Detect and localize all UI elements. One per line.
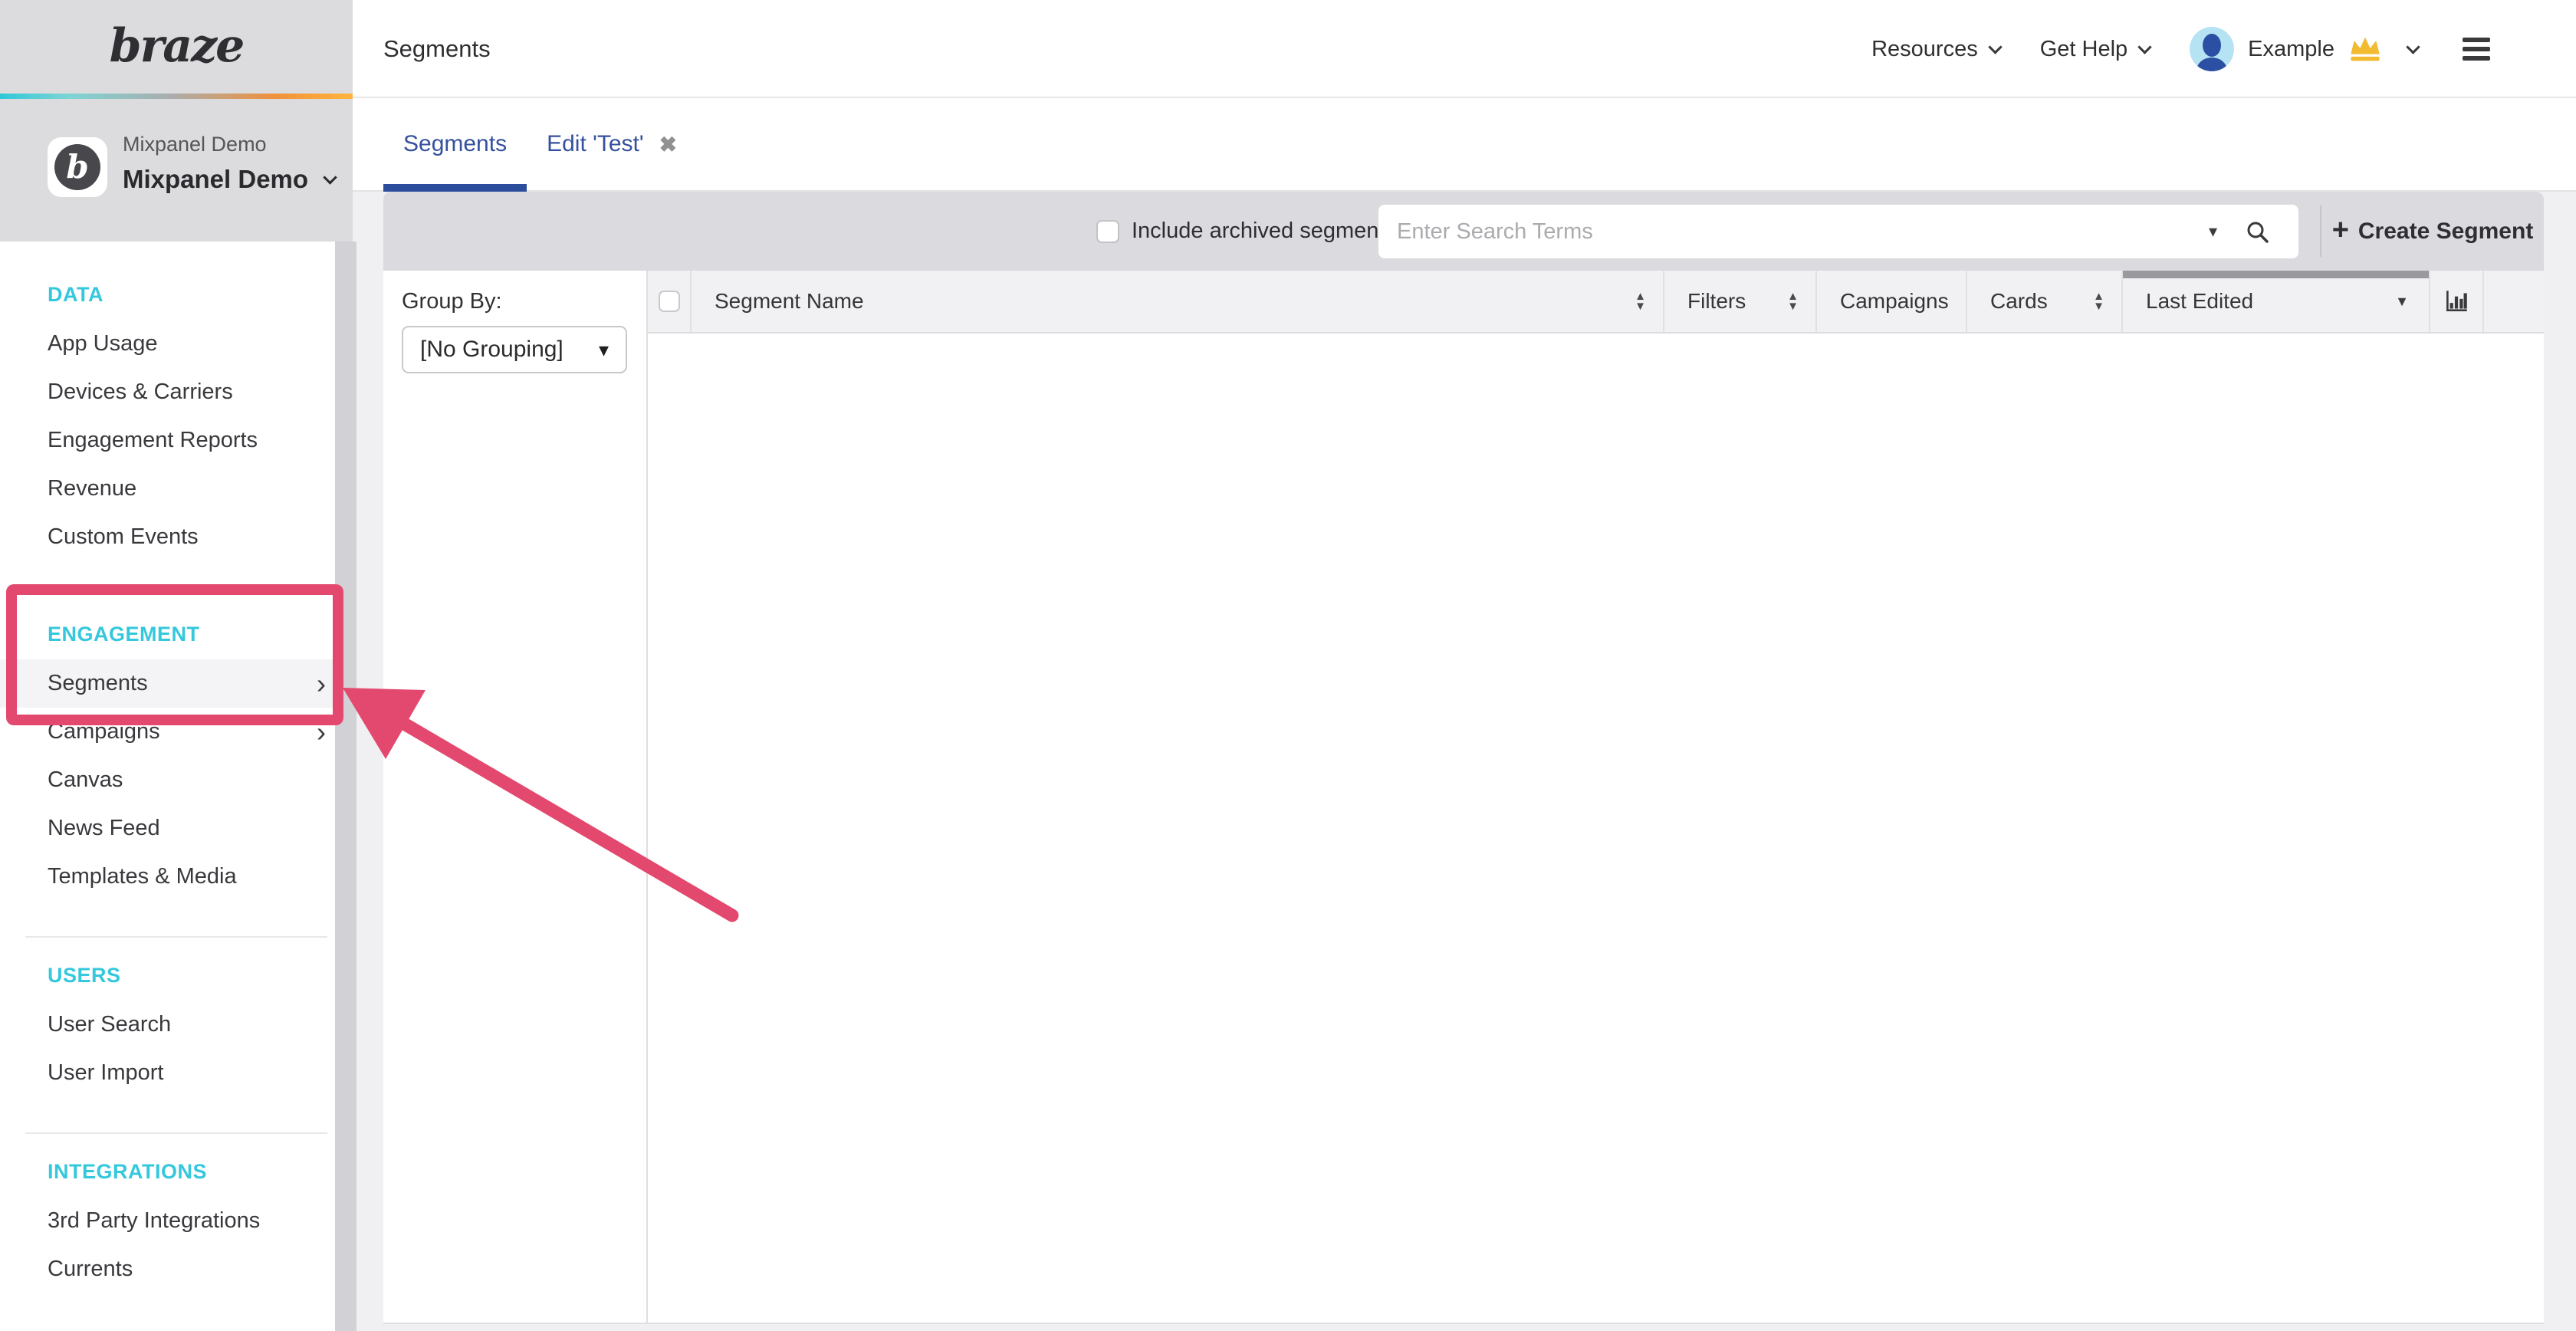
sidebar-item-devices-carriers[interactable]: Devices & Carriers <box>0 368 356 416</box>
column-analytics[interactable] <box>2429 271 2482 332</box>
workspace-label: Mixpanel Demo <box>123 133 267 156</box>
segments-panel: Include archived segments ▾ + Create Seg… <box>383 192 2544 1324</box>
dropdown-caret-icon: ▾ <box>599 338 609 362</box>
sidebar-divider <box>25 936 327 938</box>
column-last-edited[interactable]: Last Edited ▼ <box>2121 271 2429 332</box>
braze-b-icon: b <box>54 144 100 190</box>
chevron-down-icon <box>1988 40 2002 54</box>
table-header: Segment Name ▲▼ Filters ▲▼ Campaigns Car… <box>648 271 2544 334</box>
sidebar-section-data: DATA <box>0 269 356 320</box>
sidebar-item-user-search[interactable]: User Search <box>0 1001 356 1049</box>
sidebar-section-integrations: INTEGRATIONS <box>0 1146 356 1197</box>
table-body <box>648 334 2544 1323</box>
sidebar-item-news-feed[interactable]: News Feed <box>0 804 356 853</box>
workspace-switcher[interactable]: Mixpanel Demo <box>123 165 335 194</box>
braze-wordmark-icon: braze <box>77 12 276 81</box>
column-campaigns[interactable]: Campaigns <box>1815 271 1966 332</box>
chevron-right-icon: › <box>317 670 326 698</box>
column-spacer <box>2482 271 2544 332</box>
bar-chart-icon <box>2443 288 2470 315</box>
tab-bar: Segments Edit 'Test' ✖ <box>353 98 2576 192</box>
include-archived-label: Include archived segments <box>1132 219 1396 244</box>
sidebar-item-templates-media[interactable]: Templates & Media <box>0 853 356 901</box>
sidebar-divider <box>25 1132 327 1134</box>
sort-icon[interactable]: ▲▼ <box>2093 291 2104 311</box>
column-segment-name[interactable]: Segment Name ▲▼ <box>690 271 1663 332</box>
sidebar-item-revenue[interactable]: Revenue <box>0 465 356 513</box>
hamburger-menu-icon[interactable] <box>2463 38 2490 61</box>
plus-icon: + <box>2332 215 2349 245</box>
resources-menu[interactable]: Resources <box>1871 37 2000 62</box>
workspace-block: b Mixpanel Demo Mixpanel Demo <box>0 99 353 242</box>
top-bar: Segments Resources Get Help Example <box>0 0 2576 98</box>
sidebar-section-users: USERS <box>0 950 356 1001</box>
brand-gradient-bar <box>0 94 353 99</box>
svg-text:braze: braze <box>110 19 244 73</box>
group-by-panel: Group By: [No Grouping] ▾ <box>383 271 648 1323</box>
resources-label: Resources <box>1871 37 1978 62</box>
select-all-checkbox[interactable] <box>659 291 680 312</box>
include-archived-checkbox[interactable] <box>1096 220 1119 243</box>
user-avatar <box>2190 27 2234 71</box>
sidebar-item-user-import[interactable]: User Import <box>0 1049 356 1097</box>
workspace-name: Mixpanel Demo <box>123 165 308 194</box>
tab-edit-test[interactable]: Edit 'Test' ✖ <box>527 98 697 190</box>
include-archived-group: Include archived segments <box>1096 192 1396 271</box>
user-menu[interactable]: Example <box>2190 27 2418 71</box>
chevron-down-icon <box>2406 40 2420 54</box>
column-filters[interactable]: Filters ▲▼ <box>1663 271 1815 332</box>
workspace-app-icon: b <box>48 137 107 197</box>
sidebar-item-custom-events[interactable]: Custom Events <box>0 513 356 561</box>
sidebar-item-3rd-party-integrations[interactable]: 3rd Party Integrations <box>0 1197 356 1245</box>
sidebar-scrollbar[interactable] <box>335 242 356 1331</box>
braze-logo[interactable]: braze <box>0 0 353 94</box>
group-by-label: Group By: <box>402 289 502 314</box>
search-icon[interactable] <box>2245 219 2271 245</box>
group-by-select[interactable]: [No Grouping] ▾ <box>402 326 627 373</box>
tab-segments[interactable]: Segments <box>383 98 527 190</box>
sidebar-item-segments[interactable]: Segments › <box>0 659 356 708</box>
crown-icon <box>2348 35 2382 63</box>
select-all-cell <box>648 271 690 332</box>
user-name: Example <box>2248 37 2334 62</box>
sidebar-item-engagement-reports[interactable]: Engagement Reports <box>0 416 356 465</box>
sidebar-item-currents[interactable]: Currents <box>0 1245 356 1293</box>
get-help-menu[interactable]: Get Help <box>2040 37 2150 62</box>
search-dropdown-caret-icon[interactable]: ▾ <box>2209 205 2217 258</box>
chevron-right-icon: › <box>317 718 326 746</box>
top-nav: Resources Get Help Example <box>1871 0 2576 98</box>
get-help-label: Get Help <box>2040 37 2128 62</box>
segments-toolbar: Include archived segments ▾ + Create Seg… <box>383 192 2544 271</box>
chevron-down-icon <box>2137 40 2151 54</box>
sidebar-section-engagement: ENGAGEMENT <box>0 609 356 659</box>
create-segment-button[interactable]: + Create Segment <box>2321 192 2544 271</box>
close-icon[interactable]: ✖ <box>659 132 677 157</box>
search-box: ▾ <box>1378 205 2298 258</box>
page-title: Segments <box>383 0 491 98</box>
sidebar-item-app-usage[interactable]: App Usage <box>0 320 356 368</box>
search-input[interactable] <box>1378 205 2298 258</box>
column-cards[interactable]: Cards ▲▼ <box>1966 271 2121 332</box>
sidebar-item-canvas[interactable]: Canvas <box>0 756 356 804</box>
sort-icon[interactable]: ▲▼ <box>1635 291 1646 311</box>
chevron-down-icon <box>323 170 337 184</box>
sort-icon[interactable]: ▲▼ <box>1787 291 1799 311</box>
sidebar: DATA App Usage Devices & Carriers Engage… <box>0 242 356 1331</box>
sort-desc-icon: ▼ <box>2395 294 2409 310</box>
sidebar-item-campaigns[interactable]: Campaigns › <box>0 708 356 756</box>
